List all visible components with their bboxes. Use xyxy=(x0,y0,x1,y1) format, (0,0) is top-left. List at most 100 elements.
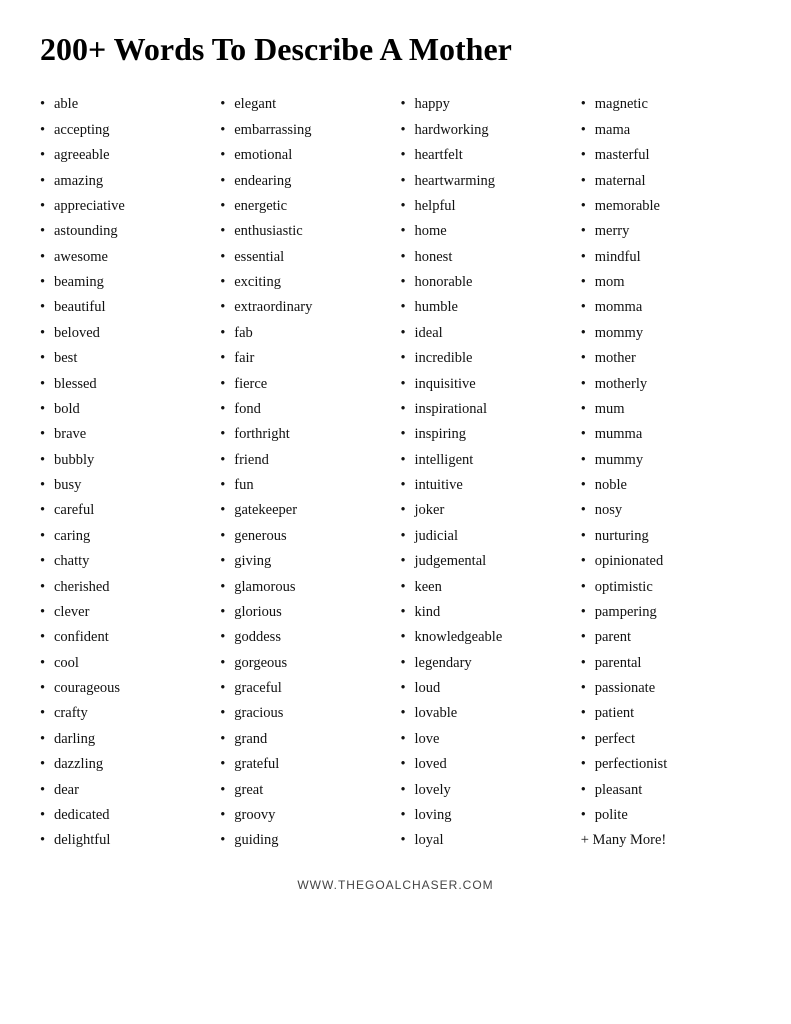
list-item: mum xyxy=(581,397,751,422)
list-item: masterful xyxy=(581,143,751,168)
list-item: happy xyxy=(401,92,571,117)
list-item: knowledgeable xyxy=(401,625,571,650)
list-item: honest xyxy=(401,245,571,270)
list-item: mama xyxy=(581,118,751,143)
list-item: inspiring xyxy=(401,422,571,447)
list-item: loyal xyxy=(401,828,571,853)
list-item: beautiful xyxy=(40,295,210,320)
list-item: darling xyxy=(40,727,210,752)
list-item: perfect xyxy=(581,727,751,752)
list-item: honorable xyxy=(401,270,571,295)
list-item: loved xyxy=(401,752,571,777)
list-item: opinionated xyxy=(581,549,751,574)
list-item: inspirational xyxy=(401,397,571,422)
list-item: graceful xyxy=(220,676,390,701)
list-item: clever xyxy=(40,600,210,625)
page-title: 200+ Words To Describe A Mother xyxy=(40,30,751,68)
list-item: cool xyxy=(40,651,210,676)
list-item: gorgeous xyxy=(220,651,390,676)
list-item: memorable xyxy=(581,194,751,219)
list-item: embarrassing xyxy=(220,118,390,143)
list-item: mumma xyxy=(581,422,751,447)
list-item: joker xyxy=(401,498,571,523)
list-item: essential xyxy=(220,245,390,270)
list-item: best xyxy=(40,346,210,371)
list-item: caring xyxy=(40,524,210,549)
word-list-col3: happyhardworkingheartfeltheartwarminghel… xyxy=(401,92,571,853)
list-item: generous xyxy=(220,524,390,549)
list-item: elegant xyxy=(220,92,390,117)
list-item: kind xyxy=(401,600,571,625)
list-item: fond xyxy=(220,397,390,422)
list-item: appreciative xyxy=(40,194,210,219)
list-item: mindful xyxy=(581,245,751,270)
list-item: heartwarming xyxy=(401,169,571,194)
list-item: amazing xyxy=(40,169,210,194)
list-item: beloved xyxy=(40,321,210,346)
list-item: judicial xyxy=(401,524,571,549)
list-item: pampering xyxy=(581,600,751,625)
list-item: passionate xyxy=(581,676,751,701)
list-item: humble xyxy=(401,295,571,320)
list-item: accepting xyxy=(40,118,210,143)
list-item: pleasant xyxy=(581,778,751,803)
list-item: chatty xyxy=(40,549,210,574)
list-item: guiding xyxy=(220,828,390,853)
list-item: gracious xyxy=(220,701,390,726)
list-item: gatekeeper xyxy=(220,498,390,523)
list-item: momma xyxy=(581,295,751,320)
list-item: enthusiastic xyxy=(220,219,390,244)
list-item: brave xyxy=(40,422,210,447)
list-item: loving xyxy=(401,803,571,828)
list-item: great xyxy=(220,778,390,803)
list-item: hardworking xyxy=(401,118,571,143)
list-item: energetic xyxy=(220,194,390,219)
list-item: busy xyxy=(40,473,210,498)
list-item: incredible xyxy=(401,346,571,371)
list-item: perfectionist xyxy=(581,752,751,777)
list-item: inquisitive xyxy=(401,372,571,397)
list-item: goddess xyxy=(220,625,390,650)
list-item: magnetic xyxy=(581,92,751,117)
list-item: judgemental xyxy=(401,549,571,574)
list-item: merry xyxy=(581,219,751,244)
list-item: love xyxy=(401,727,571,752)
list-item: bold xyxy=(40,397,210,422)
word-list-col4: magneticmamamasterfulmaternalmemorableme… xyxy=(581,92,751,853)
list-item: nurturing xyxy=(581,524,751,549)
list-item: dazzling xyxy=(40,752,210,777)
list-item: cherished xyxy=(40,575,210,600)
list-item: glamorous xyxy=(220,575,390,600)
list-item: mummy xyxy=(581,448,751,473)
list-item: astounding xyxy=(40,219,210,244)
list-item: home xyxy=(401,219,571,244)
list-item: emotional xyxy=(220,143,390,168)
list-item: mommy xyxy=(581,321,751,346)
list-item: optimistic xyxy=(581,575,751,600)
list-item: glorious xyxy=(220,600,390,625)
list-item: extraordinary xyxy=(220,295,390,320)
word-columns: ableacceptingagreeableamazingappreciativ… xyxy=(40,92,751,853)
list-item: legendary xyxy=(401,651,571,676)
footer-url: WWW.THEGOALCHASER.COM xyxy=(40,878,751,892)
list-item: agreeable xyxy=(40,143,210,168)
list-item: friend xyxy=(220,448,390,473)
list-item: nosy xyxy=(581,498,751,523)
list-item: ideal xyxy=(401,321,571,346)
list-item: beaming xyxy=(40,270,210,295)
list-item: exciting xyxy=(220,270,390,295)
list-item: endearing xyxy=(220,169,390,194)
list-item: lovable xyxy=(401,701,571,726)
list-item: patient xyxy=(581,701,751,726)
list-item: polite xyxy=(581,803,751,828)
list-item: motherly xyxy=(581,372,751,397)
list-item: able xyxy=(40,92,210,117)
list-item: giving xyxy=(220,549,390,574)
word-list-col2: elegantembarrassingemotionalendearingene… xyxy=(220,92,390,853)
list-item: mom xyxy=(581,270,751,295)
list-item: parent xyxy=(581,625,751,650)
list-item: lovely xyxy=(401,778,571,803)
list-item: fierce xyxy=(220,372,390,397)
list-item: confident xyxy=(40,625,210,650)
list-item: grateful xyxy=(220,752,390,777)
